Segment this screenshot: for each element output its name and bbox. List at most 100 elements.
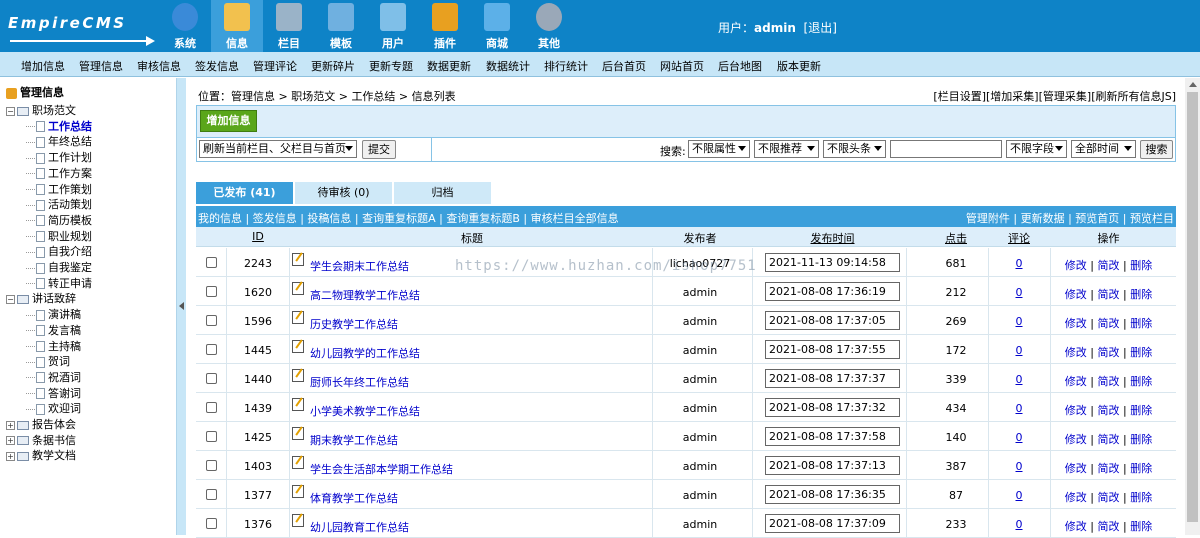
tree-item[interactable]: 自我介绍 [26,243,92,259]
search-input[interactable] [890,140,1002,158]
row-checkbox[interactable] [206,431,217,442]
menu-item[interactable]: 更新碎片 [311,58,355,74]
top-link[interactable]: [栏目设置] [933,90,986,103]
quick-edit-link[interactable]: 简改 [1098,288,1120,301]
tree-item[interactable]: 工作总结 [26,118,92,134]
quick-edit-link[interactable]: 简改 [1098,462,1120,475]
tree-item[interactable]: 发言稿 [26,322,81,338]
tree-item[interactable]: + 报告体会 [6,416,76,432]
tree-item[interactable]: 工作计划 [26,149,92,165]
refresh-scope-select[interactable]: 刷新当前栏目、父栏目与首页 [199,140,357,158]
topnav-plugin[interactable]: 插件 [419,0,471,52]
row-time-field[interactable]: 2021-08-08 17:37:55 [765,340,900,359]
tree-item[interactable]: 简历模板 [26,212,92,228]
row-time-field[interactable]: 2021-08-08 17:36:19 [765,282,900,301]
menu-item[interactable]: 签发信息 [195,58,239,74]
delete-link[interactable]: 删除 [1130,259,1152,272]
row-checkbox[interactable] [206,344,217,355]
quick-edit-link[interactable]: 简改 [1098,520,1120,533]
breadcrumb-item[interactable]: 管理信息 [231,90,275,103]
menu-item[interactable]: 网站首页 [660,58,704,74]
edit-link[interactable]: 修改 [1065,433,1087,446]
menu-item[interactable]: 后台首页 [602,58,646,74]
row-title-link[interactable]: 幼儿园教学的工作总结 [310,347,420,360]
tree-item[interactable]: 贺词 [26,353,70,369]
row-title-link[interactable]: 学生会期末工作总结 [310,260,409,273]
quick-edit-link[interactable]: 简改 [1098,491,1120,504]
topnav-system[interactable]: 系统 [159,0,211,52]
delete-link[interactable]: 删除 [1130,346,1152,359]
top-link[interactable]: [管理采集] [1039,90,1092,103]
headline-select[interactable]: 不限头条 [823,140,886,158]
tree-item[interactable]: 自我鉴定 [26,259,92,275]
topnav-shop[interactable]: 商城 [471,0,523,52]
row-title-link[interactable]: 小学美术教学工作总结 [310,405,420,418]
row-time-field[interactable]: 2021-08-08 17:37:13 [765,456,900,475]
collapse-icon[interactable]: − [6,106,15,116]
row-comments[interactable]: 0 [989,518,1049,531]
linkbar-item[interactable]: 投稿信息 [307,212,351,225]
delete-link[interactable]: 删除 [1130,462,1152,475]
tree-item[interactable]: 答谢词 [26,385,81,401]
search-button[interactable]: 搜索 [1140,140,1173,159]
row-comments[interactable]: 0 [989,431,1049,444]
tab-published[interactable]: 已发布 (41) [196,182,293,204]
row-comments[interactable]: 0 [989,257,1049,270]
row-checkbox[interactable] [206,286,217,297]
linkbar-item[interactable]: 查询重复标题A [362,212,436,225]
col-time[interactable]: 发布时间 [765,230,900,246]
recommend-select[interactable]: 不限推荐 [754,140,819,158]
quick-edit-link[interactable]: 简改 [1098,404,1120,417]
delete-link[interactable]: 删除 [1130,433,1152,446]
empirecms-logo[interactable]: EmpireCMS [6,6,156,46]
tree-item[interactable]: 转正申请 [26,275,92,291]
quick-edit-link[interactable]: 简改 [1098,346,1120,359]
row-checkbox[interactable] [206,460,217,471]
top-link[interactable]: [刷新所有信息JS] [1091,90,1176,103]
menu-item[interactable]: 数据统计 [486,58,530,74]
tab-pending[interactable]: 待审核 (0) [295,182,392,204]
col-clicks[interactable]: 点击 [926,230,986,246]
delete-link[interactable]: 删除 [1130,288,1152,301]
time-select[interactable]: 全部时间 [1071,140,1136,158]
logout-link[interactable]: [退出] [804,21,837,35]
topnav-template[interactable]: 模板 [315,0,367,52]
row-time-field[interactable]: 2021-08-08 17:37:37 [765,369,900,388]
expand-icon[interactable]: + [6,451,15,461]
edit-link[interactable]: 修改 [1065,259,1087,272]
tree-item[interactable]: − 职场范文 [6,102,76,118]
linkbar-item[interactable]: 管理附件 [966,212,1010,225]
quick-edit-link[interactable]: 简改 [1098,259,1120,272]
menu-item[interactable]: 数据更新 [427,58,471,74]
linkbar-item[interactable]: 查询重复标题B [446,212,520,225]
row-time-field[interactable]: 2021-08-08 17:37:05 [765,311,900,330]
row-checkbox[interactable] [206,257,217,268]
tab-archive[interactable]: 归档 [394,182,491,204]
row-comments[interactable]: 0 [989,402,1049,415]
breadcrumb-item[interactable]: 职场范文 [291,90,335,103]
edit-link[interactable]: 修改 [1065,520,1087,533]
delete-link[interactable]: 删除 [1130,375,1152,388]
menu-item[interactable]: 管理信息 [79,58,123,74]
linkbar-item[interactable]: 预览首页 [1075,212,1119,225]
tree-item[interactable]: 工作策划 [26,181,92,197]
edit-link[interactable]: 修改 [1065,462,1087,475]
row-comments[interactable]: 0 [989,373,1049,386]
row-title-link[interactable]: 历史教学工作总结 [310,318,398,331]
tree-item[interactable]: 主持稿 [26,338,81,354]
row-title-link[interactable]: 学生会生活部本学期工作总结 [310,463,453,476]
delete-link[interactable]: 删除 [1130,404,1152,417]
row-title-link[interactable]: 期末教学工作总结 [310,434,398,447]
row-comments[interactable]: 0 [989,344,1049,357]
quick-edit-link[interactable]: 简改 [1098,317,1120,330]
tree-item[interactable]: 职业规划 [26,228,92,244]
delete-link[interactable]: 删除 [1130,491,1152,504]
breadcrumb-item[interactable]: 工作总结 [351,90,395,103]
linkbar-item[interactable]: 我的信息 [198,212,242,225]
edit-link[interactable]: 修改 [1065,346,1087,359]
sidebar-splitter[interactable] [176,78,186,535]
menu-item[interactable]: 管理评论 [253,58,297,74]
tree-item[interactable]: + 教学文档 [6,447,76,463]
quick-edit-link[interactable]: 简改 [1098,433,1120,446]
linkbar-item[interactable]: 更新数据 [1021,212,1065,225]
